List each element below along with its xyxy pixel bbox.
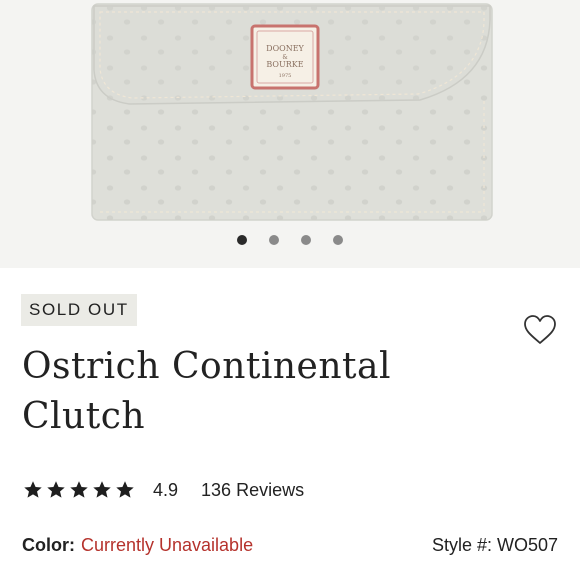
style-value: WO507 — [496, 534, 558, 555]
color-label: Color: — [22, 534, 75, 555]
reviews-link[interactable]: 136 Reviews — [201, 480, 304, 501]
star-icon — [116, 481, 134, 498]
svg-text:BOURKE: BOURKE — [266, 60, 303, 69]
rating-value: 4.9 — [153, 479, 179, 500]
star-icon — [70, 481, 88, 498]
star-rating — [22, 479, 136, 501]
star-icon — [47, 481, 65, 498]
sold-out-text: SOLD OUT — [29, 300, 129, 319]
carousel-dots — [0, 232, 580, 248]
carousel-dot-3[interactable] — [301, 235, 311, 245]
color-info: Color: Currently Unavailable — [22, 532, 253, 558]
star-icon — [24, 481, 42, 498]
carousel-dot-4[interactable] — [333, 235, 343, 245]
color-value: Currently Unavailable — [81, 534, 254, 555]
star-icon — [93, 481, 111, 498]
sold-out-badge: SOLD OUT — [21, 294, 137, 326]
svg-text:1975: 1975 — [279, 73, 292, 79]
product-page: DOONEY & BOURKE 1975 SOLD OUT Ostrich Co… — [0, 0, 580, 580]
product-title-line2: Clutch — [22, 396, 146, 437]
style-number: Style #: WO507 — [432, 532, 558, 558]
brand-logo: DOONEY & BOURKE 1975 — [250, 24, 320, 90]
heart-outline-icon — [524, 315, 556, 344]
rating-row: 4.9 136 Reviews — [22, 478, 304, 502]
svg-text:DOONEY: DOONEY — [266, 44, 304, 53]
style-label: Style #: — [431, 534, 492, 555]
wishlist-button[interactable] — [522, 313, 558, 347]
carousel-dot-1[interactable] — [237, 235, 247, 245]
product-gallery[interactable]: DOONEY & BOURKE 1975 — [0, 0, 580, 268]
carousel-dot-2[interactable] — [269, 235, 279, 245]
product-title: Ostrich Continental Clutch — [22, 342, 502, 442]
product-title-line1: Ostrich Continental — [22, 346, 391, 387]
product-image[interactable]: DOONEY & BOURKE 1975 — [0, 0, 580, 230]
